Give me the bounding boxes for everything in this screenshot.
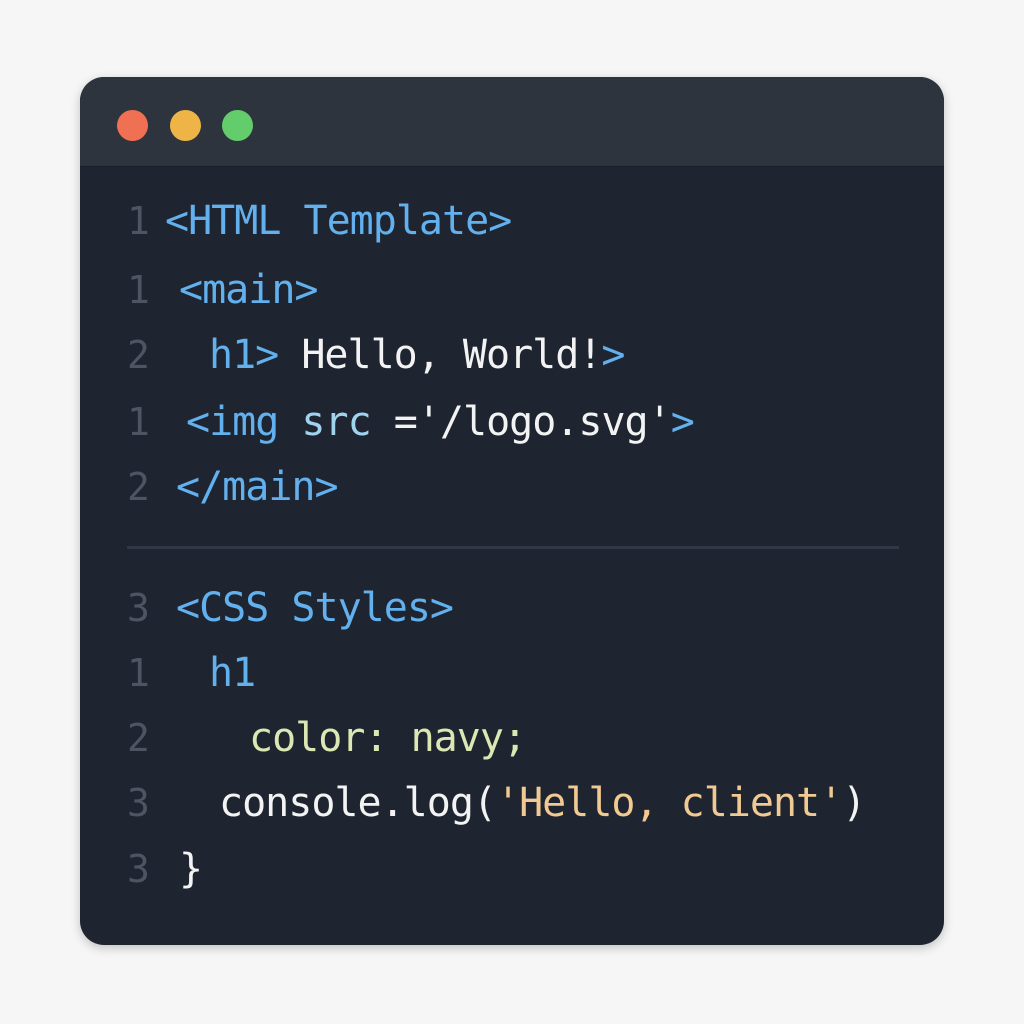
code-text: <CSS Styles> bbox=[176, 578, 454, 638]
code-line: 2 h1> Hello, World!> bbox=[80, 325, 944, 385]
css-selector: h1 bbox=[209, 650, 256, 696]
heading-text: Hello, World! bbox=[278, 332, 602, 378]
tag-close: > bbox=[670, 399, 695, 445]
code-line: 3 console.log('Hello, client') bbox=[80, 773, 944, 833]
line-number: 1 bbox=[127, 268, 150, 312]
line-number: 1 bbox=[127, 651, 150, 695]
src-value: ='/logo.svg' bbox=[370, 399, 672, 445]
minimize-window-button[interactable] bbox=[170, 110, 201, 141]
line-number: 3 bbox=[127, 586, 150, 630]
code-line: 2 </main> bbox=[80, 457, 944, 517]
section-heading-html: <HTML Template> bbox=[165, 198, 512, 244]
tag-close: > bbox=[601, 332, 625, 378]
code-line: 1 <img src ='/logo.svg'> bbox=[80, 392, 944, 452]
line-number: 2 bbox=[127, 333, 150, 377]
main-open-tag: <main> bbox=[179, 267, 318, 313]
code-line: 3 } bbox=[80, 839, 944, 899]
css-property: color: bbox=[249, 715, 388, 761]
line-number: 3 bbox=[127, 847, 150, 891]
css-value: navy; bbox=[387, 715, 527, 761]
code-text: <main> bbox=[179, 260, 318, 320]
window-titlebar bbox=[80, 77, 944, 167]
line-number: 2 bbox=[127, 716, 150, 760]
maximize-window-button[interactable] bbox=[222, 110, 253, 141]
code-line: 3 <CSS Styles> bbox=[80, 578, 944, 638]
code-line: 2 color: navy; bbox=[80, 708, 944, 768]
code-text: console.log('Hello, client') bbox=[219, 773, 866, 833]
section-divider bbox=[127, 546, 899, 549]
code-line: 1 h1 bbox=[80, 643, 944, 703]
line-number: 2 bbox=[127, 465, 150, 509]
string-literal: 'Hello, client' bbox=[495, 780, 843, 826]
code-text: <img src ='/logo.svg'> bbox=[186, 392, 695, 452]
code-text: <HTML Template> bbox=[165, 191, 512, 251]
close-window-button[interactable] bbox=[117, 110, 148, 141]
h1-tag: h1> bbox=[209, 332, 279, 378]
code-text: color: navy; bbox=[249, 708, 527, 768]
src-attribute: src bbox=[278, 399, 371, 445]
section-heading-css: <CSS Styles> bbox=[176, 585, 454, 631]
line-number: 1 bbox=[127, 199, 150, 243]
line-number: 1 bbox=[127, 400, 150, 444]
console-log-call: console.log( bbox=[219, 780, 497, 826]
line-number: 3 bbox=[127, 781, 150, 825]
main-close-tag: </main> bbox=[176, 464, 339, 510]
img-tag: <img bbox=[186, 399, 279, 445]
code-text: h1 bbox=[209, 643, 256, 703]
code-text: </main> bbox=[176, 457, 339, 517]
code-line: 1 <main> bbox=[80, 260, 944, 320]
code-editor-window: 1 <HTML Template> 1 <main> 2 h1> Hello, … bbox=[80, 77, 944, 945]
code-text: } bbox=[179, 839, 203, 899]
code-line: 1 <HTML Template> bbox=[80, 191, 944, 251]
code-text: h1> Hello, World!> bbox=[209, 325, 626, 385]
paren-close: ) bbox=[842, 780, 866, 826]
closing-brace: } bbox=[179, 846, 203, 892]
